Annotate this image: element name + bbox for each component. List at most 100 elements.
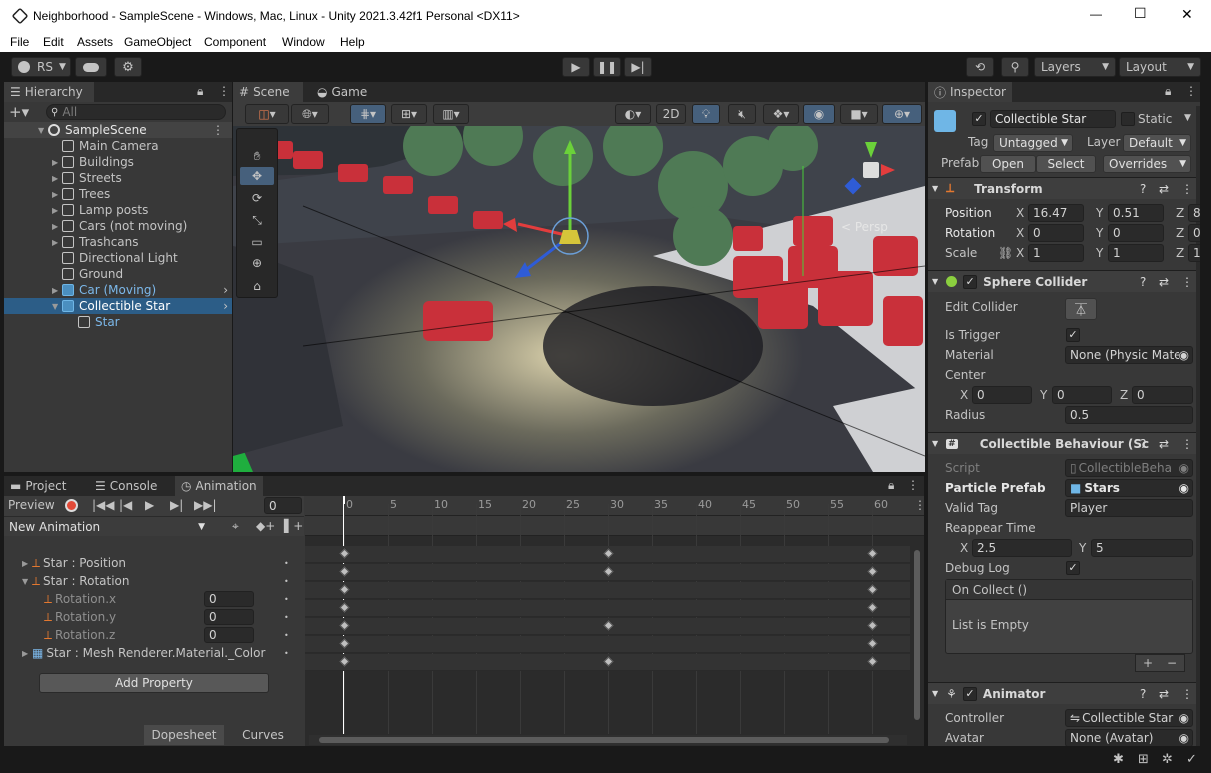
effects-dropdown[interactable]: ❖ ▾ bbox=[763, 104, 799, 124]
hierarchy-item[interactable]: ▼ Collectible Star › bbox=[4, 298, 232, 314]
vscroll-thumb[interactable] bbox=[914, 550, 920, 720]
expand-arrow-icon[interactable]: ▶ bbox=[52, 206, 62, 215]
track-position[interactable]: ▶ ⟂ Star : Position • bbox=[4, 554, 302, 572]
move-snap-button[interactable]: ⋕ ▾ bbox=[350, 104, 386, 124]
layout-dropdown[interactable]: Layout ▼ bbox=[1119, 57, 1201, 77]
hierarchy-item[interactable]: ▶ Trashcans bbox=[4, 234, 232, 250]
expand-arrow-icon[interactable]: ▶ bbox=[52, 222, 62, 231]
scale-y-input[interactable]: 1 bbox=[1108, 244, 1164, 262]
object-picker-icon[interactable]: ◉ bbox=[1178, 348, 1189, 362]
frame-input[interactable]: 0 bbox=[264, 497, 302, 514]
grid-overlay-icon[interactable]: ⊞ bbox=[1138, 752, 1149, 767]
bug-icon[interactable]: ✱ bbox=[1113, 752, 1124, 767]
search-button[interactable]: ⚲ bbox=[1001, 57, 1029, 77]
play-button[interactable]: ▶ bbox=[562, 57, 590, 77]
tab-game[interactable]: ◒ Game bbox=[311, 82, 381, 102]
more-options-icon[interactable]: ⋮ bbox=[914, 498, 926, 512]
menu-gameobject[interactable]: GameObject bbox=[124, 35, 191, 49]
expand-arrow-icon[interactable]: ▶ bbox=[52, 238, 62, 247]
track-rotation-x[interactable]: ⟂ Rotation.x 0 • bbox=[4, 590, 302, 608]
orientation-gizmo[interactable]: < Persp bbox=[833, 138, 913, 234]
tab-curves[interactable]: Curves bbox=[226, 725, 300, 745]
position-x-input[interactable]: 16.47 bbox=[1028, 204, 1084, 222]
more-options-icon[interactable]: ⋮ bbox=[907, 478, 919, 492]
animator-header[interactable]: ▼ ⚘ ✓ Animator ? ⇄ ⋮ bbox=[928, 682, 1200, 704]
layers-dropdown[interactable]: Layers ▼ bbox=[1034, 57, 1116, 77]
center-x-label[interactable]: X bbox=[960, 388, 968, 402]
object-name-input[interactable]: Collectible Star bbox=[990, 110, 1116, 128]
prev-key-button[interactable]: |◀ bbox=[119, 498, 132, 512]
scene-row[interactable]: ▼ SampleScene ⋮ bbox=[4, 122, 232, 138]
help-icon[interactable]: ? bbox=[1140, 182, 1146, 196]
rotation-y-label[interactable]: Y bbox=[1096, 226, 1103, 240]
overrides-dropdown[interactable]: Overrides ▼ bbox=[1103, 155, 1191, 173]
last-key-button[interactable]: ▶▶| bbox=[194, 498, 217, 512]
rotation-x-label[interactable]: X bbox=[1016, 226, 1024, 240]
chevron-right-icon[interactable]: › bbox=[223, 299, 228, 313]
prefab-open-button[interactable]: Open bbox=[980, 155, 1036, 173]
cloud-button[interactable] bbox=[75, 57, 107, 77]
more-options-icon[interactable]: ⋮ bbox=[1185, 84, 1197, 98]
chevron-down-icon[interactable]: ▼ bbox=[1184, 113, 1191, 123]
collapse-arrow-icon[interactable]: ▶ bbox=[22, 649, 32, 658]
track-color[interactable]: ▶ ▦ Star : Mesh Renderer.Material._Color • bbox=[4, 644, 302, 662]
reappear-x-input[interactable]: 2.5 bbox=[972, 539, 1072, 557]
tab-scene[interactable]: # Scene bbox=[233, 82, 303, 102]
next-key-button[interactable]: ▶| bbox=[170, 498, 183, 512]
rotation-z-label[interactable]: Z bbox=[1176, 226, 1184, 240]
menu-edit[interactable]: Edit bbox=[43, 35, 64, 49]
preset-icon[interactable]: ⇄ bbox=[1159, 275, 1169, 289]
hierarchy-item[interactable]: Directional Light bbox=[4, 250, 232, 266]
center-y-input[interactable]: 0 bbox=[1052, 386, 1112, 404]
particle-prefab-field[interactable]: ■ Stars ◉ bbox=[1065, 479, 1193, 497]
add-event-icon[interactable]: ▌+ bbox=[284, 519, 303, 533]
network-icon[interactable]: ✲ bbox=[1162, 752, 1173, 767]
scale-tool-icon[interactable]: ⤡ bbox=[248, 211, 266, 229]
material-field[interactable]: None (Physic Mate ◉ bbox=[1065, 346, 1193, 364]
active-checkbox[interactable]: ✓ bbox=[972, 112, 986, 126]
camera-dropdown[interactable]: ■ ▾ bbox=[840, 104, 878, 124]
gizmos-dropdown[interactable]: ⊕ ▾ bbox=[882, 104, 922, 124]
event-add-button[interactable]: + − bbox=[1135, 654, 1185, 672]
center-z-input[interactable]: 0 bbox=[1132, 386, 1193, 404]
hscroll-thumb[interactable] bbox=[319, 737, 889, 743]
menu-window[interactable]: Window bbox=[282, 35, 325, 49]
add-property-button[interactable]: Add Property bbox=[39, 673, 269, 693]
increment-snap[interactable]: ▥ ▾ bbox=[433, 104, 469, 124]
static-checkbox[interactable] bbox=[1121, 112, 1135, 126]
hierarchy-item[interactable]: Main Camera bbox=[4, 138, 232, 154]
reappear-y-input[interactable]: 5 bbox=[1091, 539, 1193, 557]
timeline[interactable]: ⋮ 0 5 10 15 20 25 30 35 40 45 50 55 60 bbox=[305, 496, 926, 746]
position-y-label[interactable]: Y bbox=[1096, 206, 1103, 220]
expand-arrow-icon[interactable]: ▶ bbox=[52, 286, 62, 295]
track-value-input[interactable]: 0 bbox=[204, 609, 254, 625]
help-icon[interactable]: ? bbox=[1140, 687, 1146, 701]
controller-field[interactable]: ⇋ Collectible Star ◉ bbox=[1065, 709, 1193, 727]
inspector-vscroll[interactable] bbox=[1196, 106, 1200, 746]
tab-inspector[interactable]: ⓘ Inspector bbox=[928, 82, 1012, 102]
hierarchy-item[interactable]: ▶ Lamp posts bbox=[4, 202, 232, 218]
expand-arrow-icon[interactable]: ▶ bbox=[52, 158, 62, 167]
center-y-label[interactable]: Y bbox=[1040, 388, 1047, 402]
close-button[interactable]: ✕ bbox=[1181, 6, 1193, 23]
behaviour-header[interactable]: ▼ # Collectible Behaviour (Sc ? ⇄ ⋮ bbox=[928, 432, 1200, 454]
plus-icon[interactable]: + bbox=[1143, 656, 1153, 670]
track-rotation-z[interactable]: ⟂ Rotation.z 0 • bbox=[4, 626, 302, 644]
tab-animation[interactable]: ◷ Animation bbox=[175, 476, 263, 496]
lock-icon[interactable]: 🔒︎ bbox=[888, 478, 894, 493]
track-options-icon[interactable]: • bbox=[284, 613, 289, 622]
move-tool-icon[interactable]: ✥ bbox=[240, 167, 274, 185]
center-z-label[interactable]: Z bbox=[1120, 388, 1128, 402]
shading-dropdown[interactable]: ◐ ▾ bbox=[615, 104, 651, 124]
transform-header[interactable]: ▼ ⟂ Transform ? ⇄ ⋮ bbox=[928, 177, 1200, 199]
hand-tool-icon[interactable]: ✋︎ bbox=[248, 147, 266, 165]
track-options-icon[interactable]: • bbox=[284, 595, 289, 604]
object-picker-icon[interactable]: ◉ bbox=[1178, 731, 1189, 745]
menu-file[interactable]: File bbox=[10, 35, 29, 49]
transform-tool-icon[interactable]: ⊕ bbox=[248, 254, 266, 272]
clip-dropdown[interactable]: New Animation ▼ bbox=[4, 518, 209, 536]
hierarchy-item[interactable]: ▶ Car (Moving) › bbox=[4, 282, 232, 298]
scale-x-label[interactable]: X bbox=[1016, 246, 1024, 260]
draw-mode-dropdown[interactable]: ◫ ▾ bbox=[245, 104, 289, 124]
track-rotation-y[interactable]: ⟂ Rotation.y 0 • bbox=[4, 608, 302, 626]
